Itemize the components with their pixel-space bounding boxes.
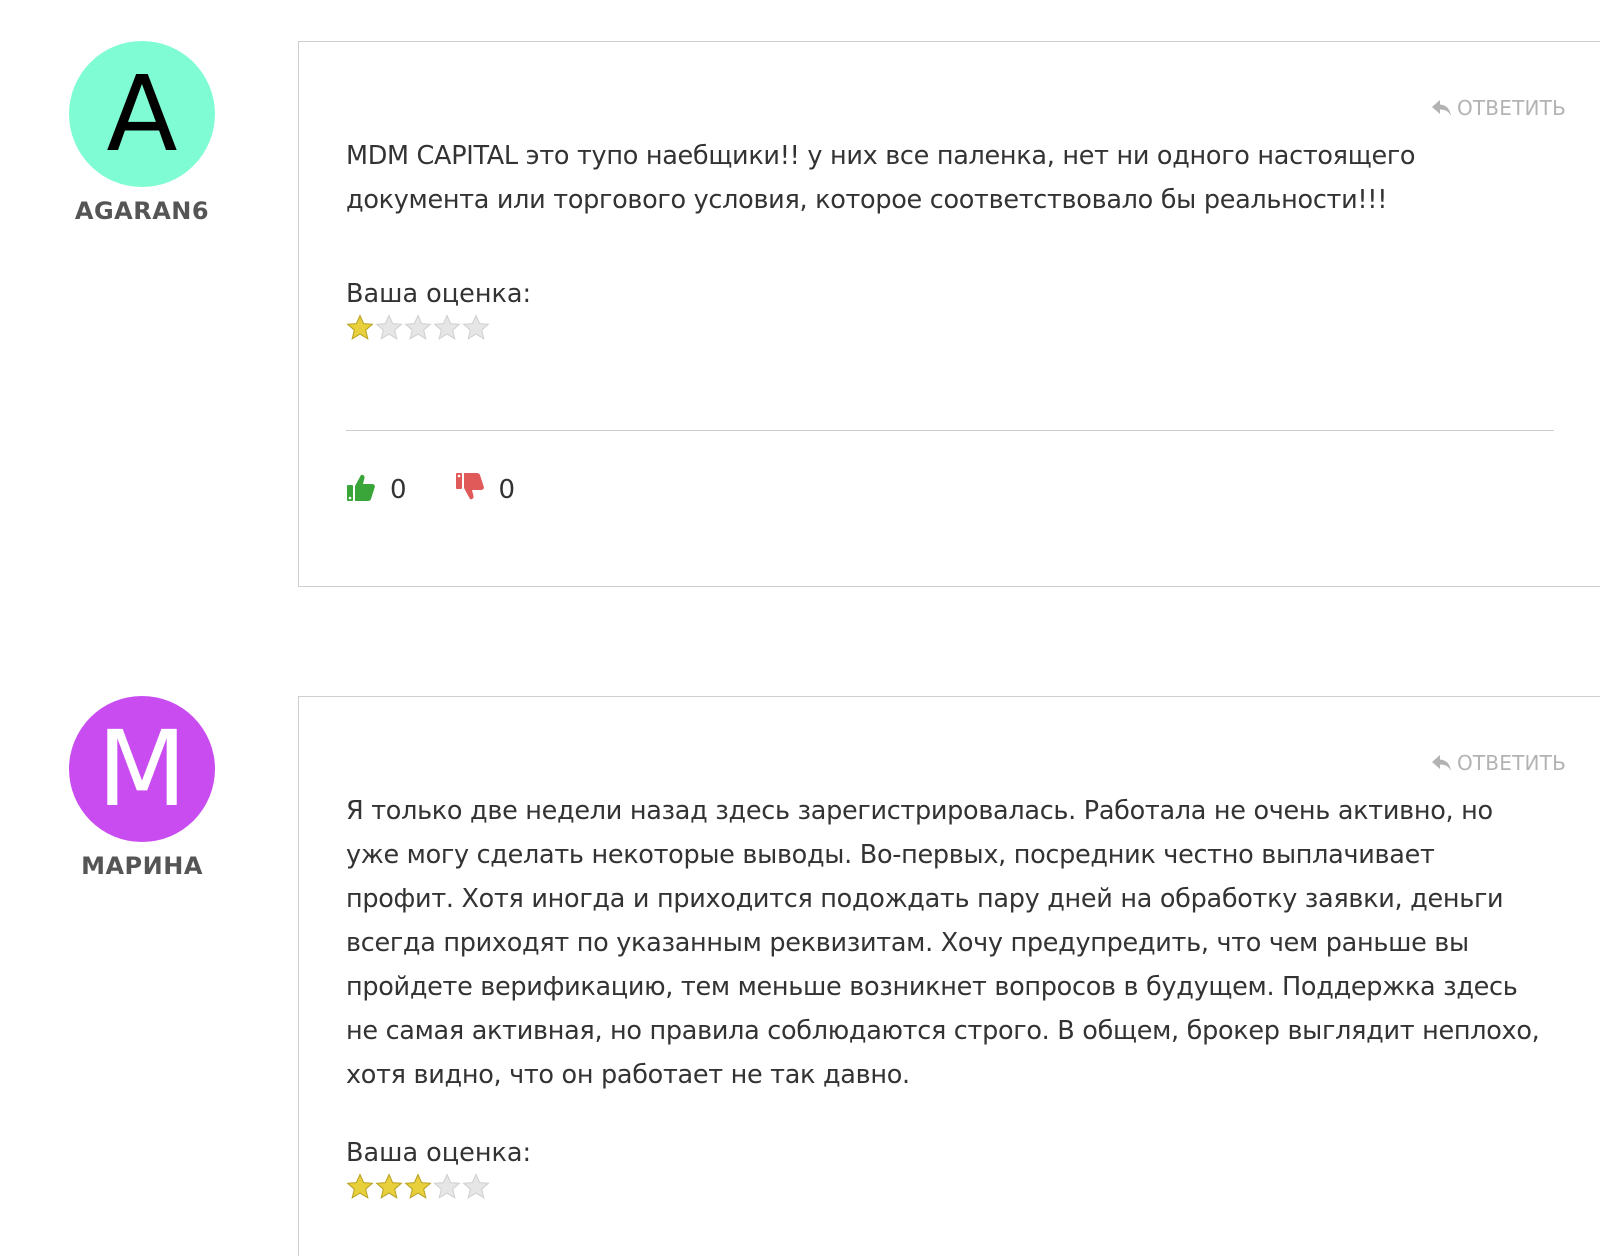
- reply-button[interactable]: ОТВЕТИТЬ: [1431, 96, 1566, 120]
- reply-arrow-icon: [1431, 98, 1453, 118]
- like-button[interactable]: 0: [346, 472, 407, 507]
- reply-label: ОТВЕТИТЬ: [1456, 751, 1566, 775]
- star-rating[interactable]: [346, 314, 531, 341]
- star-filled-icon[interactable]: [346, 314, 374, 341]
- star-filled-icon[interactable]: [404, 1173, 432, 1200]
- reply-arrow-icon: [1431, 753, 1453, 773]
- avatar: M: [69, 696, 215, 842]
- star-empty-icon[interactable]: [433, 314, 461, 341]
- author-name: МАРИНА: [81, 852, 203, 880]
- rating-block: Ваша оценка:: [346, 1137, 531, 1200]
- star-empty-icon[interactable]: [462, 314, 490, 341]
- star-filled-icon[interactable]: [346, 1173, 374, 1200]
- comment-author: M МАРИНА: [69, 696, 215, 880]
- like-count: 0: [390, 474, 407, 505]
- avatar: A: [69, 41, 215, 187]
- rating-label: Ваша оценка:: [346, 279, 532, 309]
- author-name: AGARAN6: [74, 197, 210, 225]
- reply-button[interactable]: ОТВЕТИТЬ: [1431, 751, 1566, 775]
- star-filled-icon[interactable]: [375, 1173, 403, 1200]
- thumbs-up-icon: [346, 472, 376, 507]
- thumbs-down-icon: [455, 472, 485, 507]
- star-rating[interactable]: [346, 1173, 531, 1200]
- dislike-button[interactable]: 0: [455, 472, 516, 507]
- comment-card: ОТВЕТИТЬ MDM CAPITAL это тупо наебщики!!…: [298, 41, 1600, 587]
- comment-text: Я только две недели назад здесь зарегист…: [346, 796, 1540, 1090]
- comment-card: ОТВЕТИТЬ Я только две недели назад здесь…: [298, 696, 1600, 1256]
- star-empty-icon[interactable]: [433, 1173, 461, 1200]
- votes: 0 0: [346, 472, 563, 507]
- reply-label: ОТВЕТИТЬ: [1456, 96, 1566, 120]
- divider: [346, 430, 1554, 431]
- star-empty-icon[interactable]: [462, 1173, 490, 1200]
- comment-author: A AGARAN6: [69, 41, 215, 225]
- star-empty-icon[interactable]: [375, 314, 403, 341]
- avatar-initial: M: [97, 708, 187, 830]
- comment-text: MDM CAPITAL это тупо наебщики!! у них вс…: [346, 141, 1416, 215]
- dislike-count: 0: [498, 474, 516, 505]
- rating-block: Ваша оценка:: [346, 278, 531, 341]
- star-empty-icon[interactable]: [404, 314, 432, 341]
- rating-label: Ваша оценка:: [346, 1138, 532, 1168]
- avatar-initial: A: [106, 53, 178, 175]
